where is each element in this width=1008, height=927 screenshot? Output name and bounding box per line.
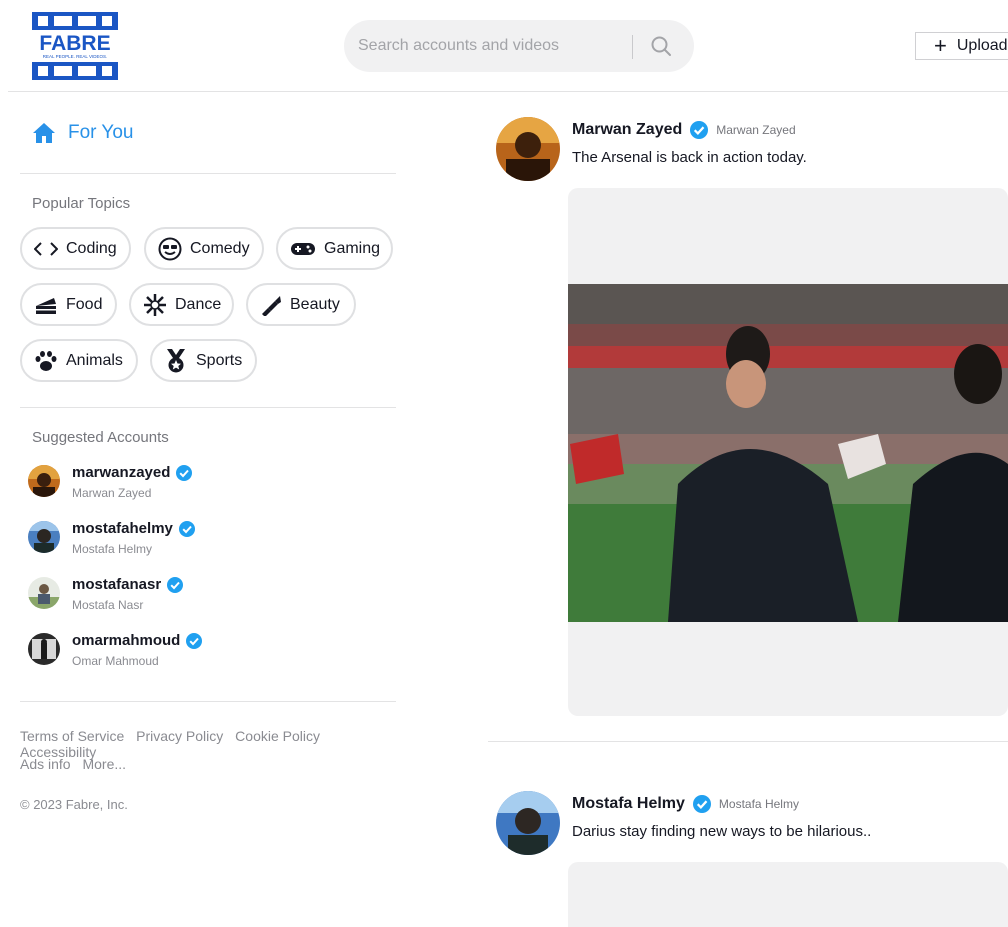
- account-username: marwanzayed: [72, 464, 193, 481]
- link-more[interactable]: More...: [82, 756, 126, 772]
- search-bar[interactable]: Search accounts and videos: [344, 20, 694, 72]
- link-terms-of-service[interactable]: Terms of Service: [20, 728, 124, 744]
- divider: [20, 407, 396, 408]
- post-avatar[interactable]: [496, 117, 560, 181]
- verified-icon: [167, 576, 184, 593]
- verified-icon: [186, 632, 203, 649]
- topic-comedy[interactable]: Comedy: [144, 227, 264, 270]
- username-text: mostafanasr: [72, 576, 162, 593]
- topic-label: Animals: [66, 351, 123, 369]
- username-text: marwanzayed: [72, 464, 171, 481]
- post-author[interactable]: Mostafa Helmy Mostafa Helmy: [572, 795, 799, 813]
- gamepad-icon: [291, 242, 315, 255]
- author-name: Marwan Zayed: [572, 121, 683, 138]
- sunglasses-face-icon: [158, 237, 182, 260]
- link-cookie-policy[interactable]: Cookie Policy: [235, 728, 320, 744]
- account-display-name: Mostafa Helmy: [72, 542, 153, 556]
- topic-dance[interactable]: Dance: [129, 283, 234, 326]
- code-icon: [34, 241, 58, 256]
- account-display-name: Marwan Zayed: [72, 486, 152, 500]
- author-handle: Marwan Zayed: [716, 123, 796, 137]
- author-name: Mostafa Helmy: [572, 795, 685, 812]
- fabre-logo[interactable]: FABRE REAL PEOPLE. REAL VIDEOS.: [30, 10, 120, 82]
- verified-icon: [178, 520, 195, 537]
- popular-topics-title: Popular Topics: [32, 195, 131, 212]
- video-card[interactable]: [568, 188, 1008, 716]
- topic-coding[interactable]: Coding: [20, 227, 131, 270]
- video-frame[interactable]: [568, 284, 1008, 622]
- suggested-account[interactable]: marwanzayed Marwan Zayed: [28, 458, 388, 506]
- divider: [20, 173, 396, 174]
- account-display-name: Mostafa Nasr: [72, 598, 144, 612]
- search-divider: [632, 35, 633, 59]
- upload-button[interactable]: + Upload: [915, 32, 1008, 60]
- verified-icon: [692, 795, 711, 813]
- verified-icon: [176, 464, 193, 481]
- suggested-account[interactable]: mostafahelmy Mostafa Helmy: [28, 514, 388, 562]
- suggested-accounts-title: Suggested Accounts: [32, 429, 169, 446]
- copyright: © 2023 Fabre, Inc.: [20, 797, 128, 812]
- post-caption: The Arsenal is back in action today.: [572, 149, 807, 166]
- avatar: [28, 465, 60, 497]
- post-caption: Darius stay finding new ways to be hilar…: [572, 823, 872, 840]
- topic-sports[interactable]: Sports: [150, 339, 257, 382]
- topic-label: Sports: [196, 351, 243, 369]
- topic-label: Comedy: [190, 239, 250, 257]
- topic-animals[interactable]: Animals: [20, 339, 138, 382]
- medal-icon: [167, 348, 185, 372]
- paw-icon: [35, 350, 57, 371]
- divider: [20, 701, 396, 702]
- logo-tagline: REAL PEOPLE. REAL VIDEOS.: [43, 54, 107, 59]
- footer-links-row-2: Ads info More...: [20, 756, 134, 772]
- avatar: [28, 577, 60, 609]
- post-avatar[interactable]: [496, 791, 560, 855]
- topic-label: Dance: [175, 295, 222, 313]
- for-you-label: For You: [68, 122, 134, 143]
- verified-icon: [690, 121, 709, 139]
- suggested-account[interactable]: mostafanasr Mostafa Nasr: [28, 570, 388, 618]
- topic-beauty[interactable]: Beauty: [246, 283, 356, 326]
- account-username: mostafahelmy: [72, 520, 195, 537]
- top-header: FABRE REAL PEOPLE. REAL VIDEOS. Search a…: [8, 0, 1008, 92]
- plus-icon: +: [934, 33, 947, 58]
- avatar: [28, 633, 60, 665]
- topic-food[interactable]: Food: [20, 283, 117, 326]
- author-handle: Mostafa Helmy: [718, 797, 799, 811]
- username-text: mostafahelmy: [72, 520, 173, 537]
- link-ads-info[interactable]: Ads info: [20, 756, 71, 772]
- post-divider: [488, 741, 1008, 742]
- topic-label: Coding: [66, 239, 117, 257]
- search-icon[interactable]: [650, 35, 672, 57]
- account-username: mostafanasr: [72, 576, 184, 593]
- disco-icon: [144, 293, 166, 316]
- username-text: omarmahmoud: [72, 632, 181, 649]
- account-display-name: Omar Mahmoud: [72, 654, 159, 668]
- topic-label: Food: [66, 295, 103, 313]
- suggested-account[interactable]: omarmahmoud Omar Mahmoud: [28, 626, 388, 674]
- lipstick-icon: [262, 295, 281, 316]
- post-author[interactable]: Marwan Zayed Marwan Zayed: [572, 121, 796, 139]
- video-card[interactable]: [568, 862, 1008, 927]
- topic-label: Gaming: [324, 239, 381, 257]
- nav-for-you[interactable]: For You: [32, 120, 134, 146]
- cake-icon: [36, 297, 56, 314]
- search-input[interactable]: Search accounts and videos: [358, 37, 559, 55]
- avatar: [28, 521, 60, 553]
- account-username: omarmahmoud: [72, 632, 203, 649]
- logo-wordmark: FABRE: [39, 32, 110, 55]
- upload-label: Upload: [956, 37, 1008, 54]
- topic-gaming[interactable]: Gaming: [276, 227, 393, 270]
- topic-label: Beauty: [290, 295, 340, 313]
- link-privacy-policy[interactable]: Privacy Policy: [136, 728, 223, 744]
- home-icon: [33, 123, 55, 143]
